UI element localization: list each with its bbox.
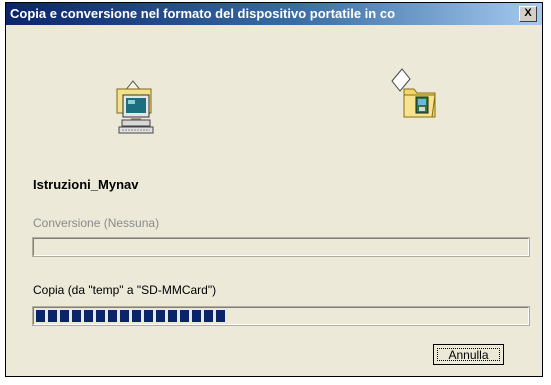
progress-chunk [48, 310, 57, 322]
close-button[interactable]: X [519, 6, 537, 22]
progress-chunk [144, 310, 153, 322]
progress-chunk [204, 310, 213, 322]
progress-chunk [60, 310, 69, 322]
computer-icon [116, 80, 154, 134]
window-title: Copia e conversione nel formato del disp… [10, 6, 396, 21]
cancel-button[interactable]: Annulla [433, 344, 504, 365]
progress-chunk [36, 310, 45, 322]
progress-chunk [108, 310, 117, 322]
progress-chunk [156, 310, 165, 322]
title-bar[interactable]: Copia e conversione nel formato del disp… [6, 3, 542, 25]
progress-chunk [72, 310, 81, 322]
cancel-button-label: Annulla [437, 348, 500, 362]
file-name: Istruzioni_Mynav [33, 177, 139, 192]
progress-chunk [120, 310, 129, 322]
progress-chunk [216, 310, 225, 322]
copy-label: Copia (da "temp" a "SD-MMCard") [33, 283, 217, 297]
progress-chunk [192, 310, 201, 322]
copy-progress-fill [36, 310, 225, 322]
conversion-label: Conversione (Nessuna) [33, 216, 160, 230]
progress-chunk [180, 310, 189, 322]
progress-chunk [168, 310, 177, 322]
progress-chunk [132, 310, 141, 322]
progress-chunk [96, 310, 105, 322]
copy-dialog: Copia e conversione nel formato del disp… [5, 2, 543, 377]
folder-device-icon [391, 68, 436, 118]
progress-chunk [84, 310, 93, 322]
copy-progress-bar [32, 306, 530, 326]
conversion-progress-bar [32, 237, 530, 257]
